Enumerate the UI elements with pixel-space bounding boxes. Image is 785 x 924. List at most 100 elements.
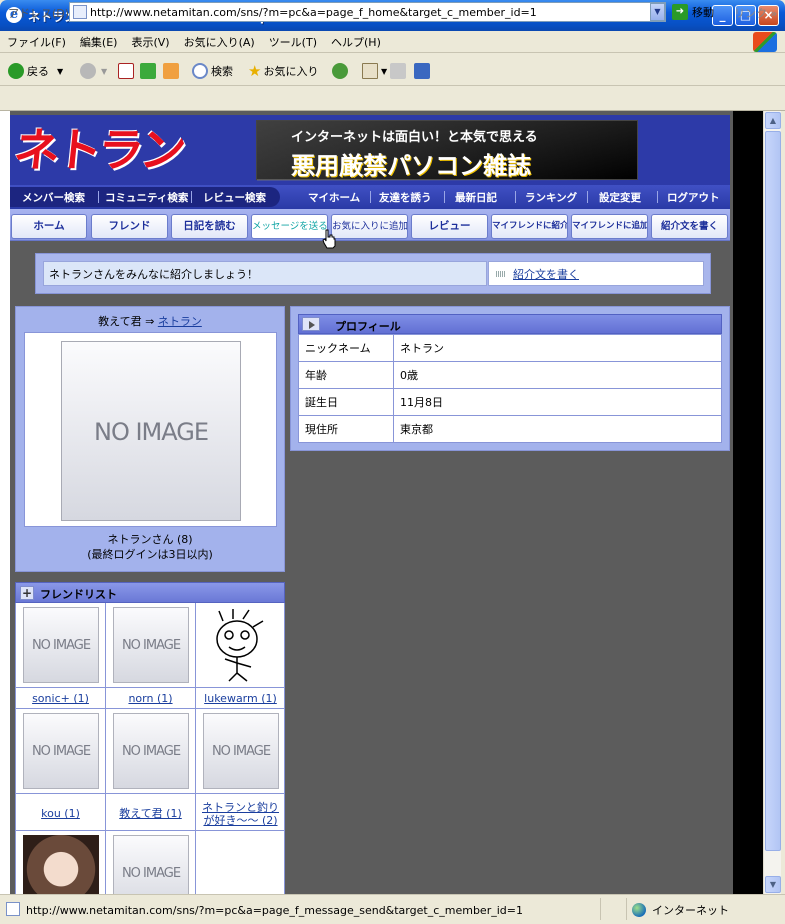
vertical-scrollbar[interactable]: ▲ ▼ — [763, 111, 781, 894]
mail-button[interactable]: ▼ — [362, 60, 387, 82]
back-button[interactable]: 戻る ▼ — [8, 60, 63, 82]
stop-button[interactable] — [118, 60, 137, 82]
search-icon — [192, 63, 208, 79]
last-login: (最終ログインは3日以内) — [87, 548, 213, 561]
scroll-thumb[interactable] — [765, 131, 781, 851]
friend-link[interactable]: lukewarm (1) — [196, 692, 285, 705]
friend-photo[interactable]: NO IMAGE — [113, 713, 189, 789]
tab-add-friend[interactable]: マイフレンドに追加 — [571, 214, 648, 239]
nav-invite[interactable]: 友達を誘う — [379, 190, 432, 205]
friend-cell: NO IMAGE 教えて君 (1) — [106, 709, 195, 830]
nav-review-search[interactable]: レビュー検索 — [203, 190, 266, 205]
back-dropdown-icon[interactable]: ▼ — [57, 67, 63, 76]
friend-link[interactable]: ネトランと釣り が好き～～ (2) — [196, 801, 285, 827]
friend-cell: lukewarm (1) — [196, 603, 285, 708]
friend-photo-drawing[interactable] — [203, 607, 279, 683]
friend-cell: NO IMAGE — [106, 831, 195, 911]
friend-link[interactable]: 教えて君 (1) — [106, 807, 195, 820]
tab-send-message[interactable]: メッセージを送る — [251, 214, 328, 239]
history-button[interactable] — [332, 60, 351, 82]
ad-line1: インターネットは面白い！と本気で思える — [291, 130, 538, 145]
table-row: 現住所 東京都 — [298, 415, 722, 443]
scroll-down-icon[interactable]: ▼ — [765, 876, 781, 893]
menu-view[interactable]: 表示(V) — [124, 31, 176, 50]
edit-button[interactable] — [414, 60, 433, 82]
table-row: ニックネーム ネトラン — [298, 334, 722, 362]
page-right-margin — [733, 111, 763, 894]
page-left-edge — [0, 111, 10, 894]
menu-tools[interactable]: ツール(T) — [262, 31, 324, 50]
tab-add-favorite[interactable]: お気に入りに追加 — [331, 214, 408, 239]
profile-value: ネトラン — [393, 334, 722, 362]
nav-latest-diary[interactable]: 最新日記 — [455, 190, 497, 205]
nav-my-home[interactable]: マイホーム — [308, 190, 360, 205]
links-toolbar[interactable]: リンク » — [734, 5, 777, 21]
status-divider — [626, 898, 627, 920]
nav-divider — [191, 191, 192, 203]
site-logo[interactable]: ネトラン — [10, 116, 217, 184]
tab-home[interactable]: ホーム — [11, 214, 87, 239]
friend-photo[interactable]: NO IMAGE — [23, 607, 99, 683]
forward-dropdown-icon[interactable]: ▼ — [101, 67, 107, 76]
address-input[interactable]: http://www.netamitan.com/sns/?m=pc&a=pag… — [69, 2, 666, 22]
print-button[interactable] — [390, 60, 409, 82]
profile-key: 年齢 — [298, 361, 394, 389]
friend-photo[interactable]: NO IMAGE — [23, 713, 99, 789]
refresh-icon — [140, 63, 156, 79]
profile-key: 現住所 — [298, 415, 394, 443]
hand-cursor-icon — [322, 229, 336, 249]
menu-favorites[interactable]: お気に入り(A) — [177, 31, 262, 50]
plus-icon[interactable]: + — [20, 586, 34, 600]
nav-logout[interactable]: ログアウト — [667, 190, 720, 205]
table-row: 誕生日 11月8日 — [298, 388, 722, 416]
go-label: 移動 — [692, 6, 714, 19]
refresh-button[interactable] — [140, 60, 159, 82]
mail-dropdown-icon[interactable]: ▼ — [381, 67, 387, 76]
member-name-link[interactable]: ネトラン — [158, 315, 202, 328]
zone-label: インターネット — [652, 904, 729, 917]
nav-divider — [515, 191, 516, 203]
dotted-arrow-icon — [496, 271, 506, 277]
tab-write-intro[interactable]: 紹介文を書く — [651, 214, 728, 239]
nav-divider — [444, 191, 445, 203]
nav-divider — [98, 191, 99, 203]
nav-ranking[interactable]: ランキング — [525, 190, 577, 205]
nav-community-search[interactable]: コミュニティ検索 — [105, 190, 188, 205]
friend-link[interactable]: norn (1) — [106, 692, 195, 705]
favorites-button[interactable]: ★ お気に入り — [248, 60, 318, 82]
friend-photo[interactable]: NO IMAGE — [203, 713, 279, 789]
profile-value: 11月8日 — [393, 388, 722, 416]
menu-bar: ファイル(F) 編集(E) 表示(V) お気に入り(A) ツール(T) ヘルプ(H) — [0, 31, 785, 53]
tab-friends[interactable]: フレンド — [91, 214, 168, 239]
friend-link[interactable]: kou (1) — [16, 807, 105, 820]
friend-photo[interactable]: NO IMAGE — [113, 607, 189, 683]
profile-title: プロフィール — [335, 320, 401, 333]
friend-link[interactable]: sonic+ (1) — [16, 692, 105, 705]
menu-help[interactable]: ヘルプ(H) — [324, 31, 388, 50]
menu-file[interactable]: ファイル(F) — [0, 31, 73, 50]
tab-review[interactable]: レビュー — [411, 214, 488, 239]
tab-introduce-friend[interactable]: マイフレンドに紹介 — [491, 214, 568, 239]
stop-icon — [118, 63, 134, 79]
ad-banner[interactable]: インターネットは面白い！と本気で思える 悪用厳禁パソコン雑誌 — [256, 120, 639, 181]
scroll-up-icon[interactable]: ▲ — [765, 112, 781, 129]
address-dropdown-icon[interactable]: ▼ — [650, 3, 665, 21]
tab-read-diary[interactable]: 日記を読む — [171, 214, 248, 239]
security-zone: インターネット — [632, 902, 729, 918]
write-intro-link[interactable]: 紹介文を書く — [513, 268, 579, 281]
home-button[interactable] — [163, 60, 182, 82]
mail-icon — [362, 63, 378, 79]
member-photo[interactable]: NO IMAGE — [61, 341, 241, 521]
nav-member-search[interactable]: メンバー検索 — [22, 190, 85, 205]
go-button[interactable]: ➜ 移動 — [672, 3, 714, 21]
back-arrow-icon — [8, 63, 24, 79]
member-display-name: ネトランさん (8) — [107, 533, 193, 546]
forward-button[interactable]: ▼ — [80, 60, 107, 82]
search-button[interactable]: 検索 — [192, 60, 233, 82]
address-label: アドレス(D) — [8, 7, 70, 20]
menu-edit[interactable]: 編集(E) — [73, 31, 125, 50]
member-path: 教えて君 ⇒ ネトラン — [15, 313, 285, 329]
nav-settings[interactable]: 設定変更 — [599, 190, 641, 205]
go-arrow-icon: ➜ — [672, 4, 688, 20]
minimize-button[interactable]: _ — [712, 5, 733, 26]
